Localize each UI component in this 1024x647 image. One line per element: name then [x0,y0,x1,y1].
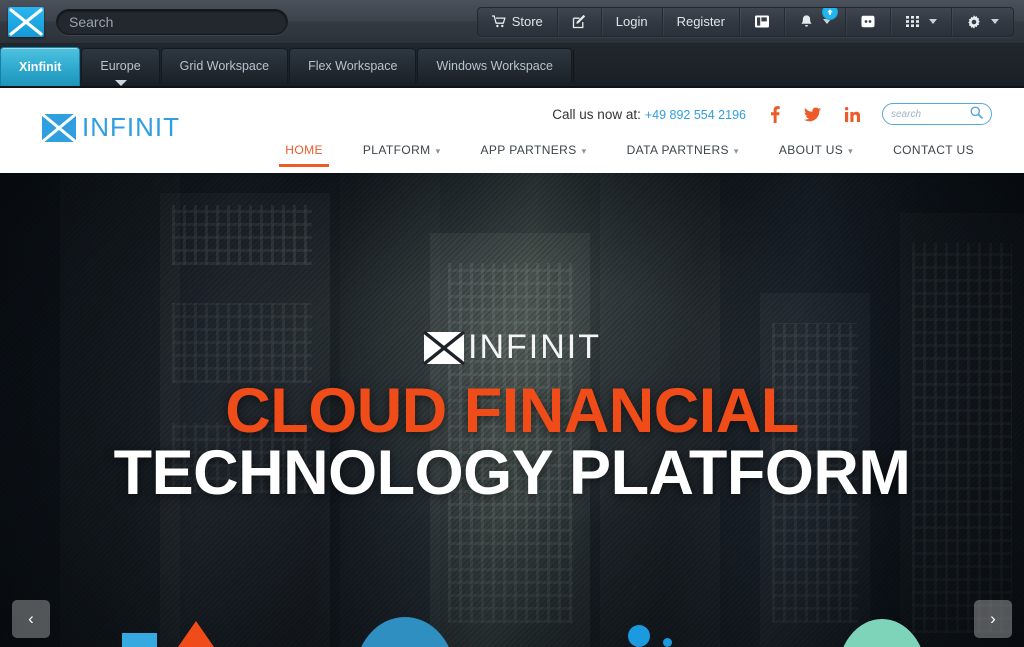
store-button[interactable]: Store [478,7,558,36]
login-label: Login [615,14,648,29]
search-icon[interactable] [970,106,983,122]
cart-icon [491,15,506,28]
notification-badge [822,7,838,20]
carousel-next-button[interactable]: › [974,600,1012,638]
notifications-button[interactable] [785,7,846,36]
twitter-icon[interactable] [804,106,821,122]
register-button[interactable]: Register [663,7,740,36]
chevron-down-icon: ▾ [733,146,739,156]
linkedin-icon[interactable] [845,106,860,122]
grid-apps-icon [905,14,920,29]
tab-strip: Xinfinit Europe Grid Workspace Flex Work… [0,44,1024,88]
edit-square-icon [572,14,587,29]
nav-label: DATA PARTNERS [626,143,729,157]
messages-button[interactable] [846,7,891,36]
apps-grid-button[interactable] [891,7,952,36]
hero-logo: INFINIT [422,328,601,367]
chevron-down-icon: ▾ [435,146,441,156]
call-us-label: Call us now at: [552,106,641,122]
store-label: Store [511,14,543,29]
chevron-down-icon[interactable] [823,19,831,24]
hero-headline-line1: CLOUD FINANCIAL [225,376,799,446]
site-search-input[interactable]: search [882,103,992,125]
omnibox-placeholder: Search [69,13,114,30]
hero-content: INFINIT CLOUD FINANCIAL TECHNOLOGY PLATF… [0,173,1024,647]
tab-label: Windows Workspace [436,59,553,73]
tab-grid-workspace[interactable]: Grid Workspace [160,48,289,83]
panels-button[interactable] [740,7,785,36]
nav-item-platform[interactable]: PLATFORM ▾ [343,143,461,167]
chevron-down-icon[interactable] [929,19,937,24]
chevron-right-icon: › [990,609,996,628]
settings-button[interactable] [952,8,1013,36]
web-page-viewport: INFINIT Call us now at: +49 892 554 2196 … [0,88,1024,647]
site-topbar-right: Call us now at: +49 892 554 2196 search [552,103,992,125]
site-logo-text: INFINIT [82,112,180,142]
call-us-block: Call us now at: +49 892 554 2196 [552,107,746,122]
compose-button[interactable] [558,7,602,36]
tab-divider [572,50,574,82]
site-logo[interactable]: INFINIT [40,112,180,143]
chevron-down-icon: ▾ [848,146,854,156]
chat-dots-icon [860,14,876,29]
browser-toolbar: Search Store Login Register [0,0,1024,44]
hero-headline-line2: TECHNOLOGY PLATFORM [113,438,911,509]
site-header: INFINIT Call us now at: +49 892 554 2196 … [0,88,1024,173]
login-button[interactable]: Login [602,7,663,36]
chevron-down-icon: ▾ [581,146,587,156]
nav-item-home[interactable]: HOME [265,143,343,167]
tab-label: Europe [100,59,141,73]
chevron-left-icon: ‹ [28,609,34,628]
panel-layout-icon [754,14,770,29]
main-navigation: HOME PLATFORM ▾ APP PARTNERS ▾ DATA PARTNE… [265,143,994,167]
tab-label: Flex Workspace [308,59,398,73]
gear-icon [966,14,982,30]
tab-label: Xinfinit [19,60,62,74]
bell-icon [799,14,814,29]
nav-label: APP PARTNERS [480,143,577,157]
tab-label: Grid Workspace [179,59,270,73]
xinfinit-app-logo-icon[interactable] [8,6,44,37]
nav-label: PLATFORM [362,143,431,157]
carousel-prev-button[interactable]: ‹ [12,600,50,638]
browser-toolbar-actions: Store Login Register [476,6,1014,37]
tab-flex-workspace[interactable]: Flex Workspace [289,48,417,83]
tab-xinfinit[interactable]: Xinfinit [0,47,81,86]
register-label: Register [676,14,725,29]
nav-label: HOME [285,143,323,157]
hero-logo-text: INFINIT [468,328,601,366]
nav-item-app-partners[interactable]: APP PARTNERS ▾ [460,143,606,167]
chevron-down-icon[interactable] [114,80,127,86]
site-search-placeholder: search [891,108,922,120]
omnibox-search-input[interactable]: Search [56,8,288,35]
nav-item-contact-us[interactable]: CONTACT US [873,143,994,167]
hero-carousel: INFINIT CLOUD FINANCIAL TECHNOLOGY PLATF… [0,173,1024,647]
tab-windows-workspace[interactable]: Windows Workspace [417,48,572,83]
infinit-x-logo-icon [40,112,78,143]
tab-europe[interactable]: Europe [81,48,160,86]
facebook-icon[interactable] [770,105,780,123]
infinit-x-logo-icon [422,330,466,365]
phone-number[interactable]: +49 892 554 2196 [645,108,746,122]
nav-label: ABOUT US [778,143,844,157]
nav-label: CONTACT US [893,143,974,157]
nav-item-about-us[interactable]: ABOUT US ▾ [759,143,873,167]
nav-item-data-partners[interactable]: DATA PARTNERS ▾ [607,143,759,167]
chevron-down-icon[interactable] [991,19,999,24]
